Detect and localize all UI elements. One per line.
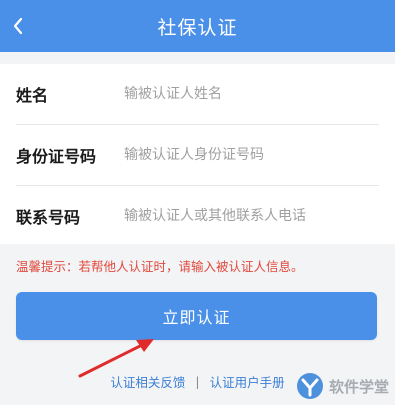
watermark: 软件学堂 xyxy=(295,371,389,401)
chevron-left-icon xyxy=(13,17,23,35)
verify-now-button[interactable]: 立即认证 xyxy=(16,292,377,340)
id-number-row: 身份证号码 xyxy=(0,125,395,185)
hint-text: 温馨提示：若帮他人认证时，请输入被认证人信息。 xyxy=(16,259,304,274)
back-button[interactable] xyxy=(6,12,30,40)
id-number-input[interactable] xyxy=(124,140,379,170)
feedback-link[interactable]: 认证相关反馈 xyxy=(110,372,185,391)
auth-form: 姓名 身份证号码 联系号码 xyxy=(0,64,395,244)
name-label: 姓名 xyxy=(16,86,49,105)
name-input[interactable] xyxy=(124,79,379,109)
phone-label: 联系号码 xyxy=(16,208,81,227)
link-separator: | xyxy=(195,374,200,389)
page-title: 社保认证 xyxy=(157,16,238,39)
watermark-logo-icon xyxy=(296,373,323,399)
name-row: 姓名 xyxy=(0,64,395,124)
user-manual-link[interactable]: 认证用户手册 xyxy=(210,372,285,391)
phone-row: 联系号码 xyxy=(0,186,395,246)
watermark-text: 软件学堂 xyxy=(328,377,389,396)
app-header: 社保认证 xyxy=(0,0,395,52)
id-number-label: 身份证号码 xyxy=(16,147,97,166)
phone-input[interactable] xyxy=(124,201,379,231)
